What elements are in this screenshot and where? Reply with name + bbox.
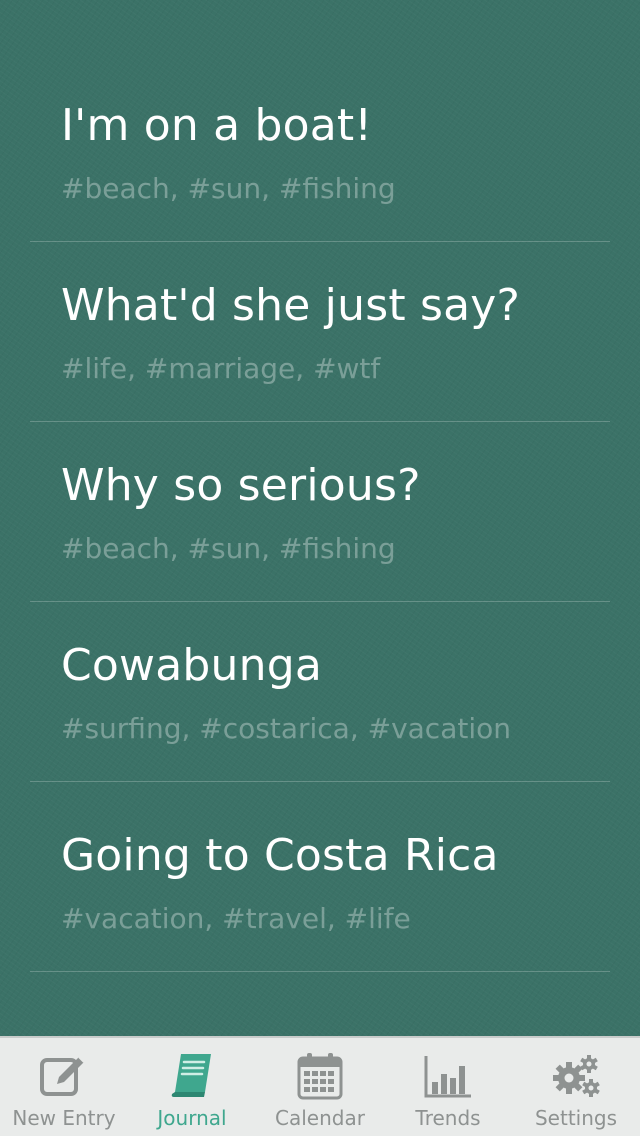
journal-entry[interactable]: What'd she just say? #life, #marriage, #… xyxy=(30,242,610,422)
gears-icon xyxy=(553,1055,600,1097)
tab-label: New Entry xyxy=(12,1106,116,1130)
journal-entry[interactable]: I'm on a boat! #beach, #sun, #fishing xyxy=(30,62,610,242)
journal-entry[interactable]: Why so serious? #beach, #sun, #fishing xyxy=(30,422,610,602)
entry-title: Going to Costa Rica xyxy=(61,830,499,881)
journal-entry[interactable]: Cowabunga #surfing, #costarica, #vacatio… xyxy=(30,602,610,782)
calendar-icon xyxy=(297,1053,343,1100)
tab-settings[interactable]: Settings xyxy=(512,1038,640,1136)
entry-title: I'm on a boat! xyxy=(61,100,373,151)
tab-label: Trends xyxy=(415,1106,481,1130)
book-icon xyxy=(171,1054,211,1097)
tab-trends[interactable]: Trends xyxy=(384,1038,512,1136)
entry-tags: #beach, #sun, #fishing xyxy=(61,532,396,565)
entry-title: Cowabunga xyxy=(61,640,322,691)
tab-new-entry[interactable]: New Entry xyxy=(0,1038,128,1136)
journal-entry-list: I'm on a boat! #beach, #sun, #fishing Wh… xyxy=(0,62,640,972)
entry-title: Why so serious? xyxy=(61,460,421,511)
entry-tags: #surfing, #costarica, #vacation xyxy=(61,712,511,745)
entry-tags: #beach, #sun, #fishing xyxy=(61,172,396,205)
journal-entry[interactable]: Going to Costa Rica #vacation, #travel, … xyxy=(30,782,610,972)
tab-journal[interactable]: Journal xyxy=(128,1038,256,1136)
tab-label: Calendar xyxy=(275,1106,365,1130)
tab-bar: New Entry Journal Calendar Trends Settin… xyxy=(0,1036,640,1136)
tab-label: Journal xyxy=(157,1106,227,1130)
tab-calendar[interactable]: Calendar xyxy=(256,1038,384,1136)
compose-icon xyxy=(40,1056,85,1096)
entry-tags: #vacation, #travel, #life xyxy=(61,902,411,935)
entry-tags: #life, #marriage, #wtf xyxy=(61,352,381,385)
entry-title: What'd she just say? xyxy=(61,280,521,331)
bar-chart-icon xyxy=(424,1056,471,1098)
tab-label: Settings xyxy=(534,1106,618,1130)
